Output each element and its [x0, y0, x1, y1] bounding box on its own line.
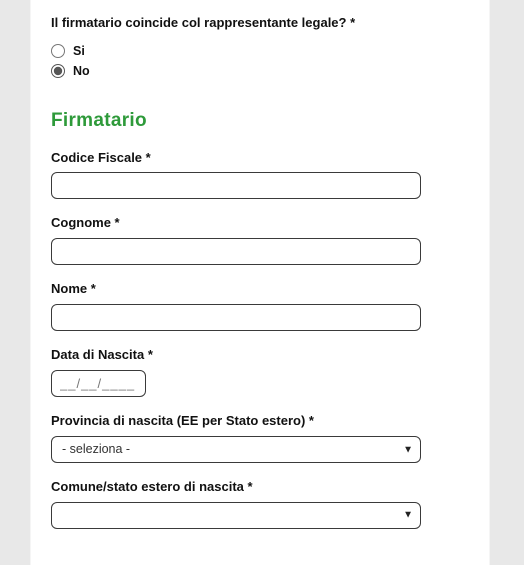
field-nome: Nome *	[51, 281, 469, 331]
radio-no-input[interactable]	[51, 64, 65, 78]
radio-option-no[interactable]: No	[51, 64, 469, 78]
section-title-firmatario: Firmatario	[51, 110, 469, 132]
field-codice-fiscale: Codice Fiscale *	[51, 150, 469, 200]
select-comune[interactable]	[51, 502, 421, 529]
radio-no-label: No	[73, 64, 90, 78]
radio-si-input[interactable]	[51, 44, 65, 58]
field-comune: Comune/stato estero di nascita * ▼	[51, 479, 469, 529]
input-cognome[interactable]	[51, 238, 421, 265]
input-codice-fiscale[interactable]	[51, 172, 421, 199]
label-data-nascita: Data di Nascita *	[51, 347, 469, 364]
field-data-nascita: Data di Nascita *	[51, 347, 469, 397]
input-nome[interactable]	[51, 304, 421, 331]
radio-si-label: Si	[73, 44, 85, 58]
radio-option-si[interactable]: Si	[51, 44, 469, 58]
select-provincia[interactable]: - seleziona -	[51, 436, 421, 463]
label-nome: Nome *	[51, 281, 469, 298]
form-card: Il firmatario coincide col rappresentant…	[30, 0, 490, 565]
field-provincia: Provincia di nascita (EE per Stato ester…	[51, 413, 469, 463]
label-provincia: Provincia di nascita (EE per Stato ester…	[51, 413, 469, 430]
label-comune: Comune/stato estero di nascita *	[51, 479, 469, 496]
input-data-nascita[interactable]	[51, 370, 146, 397]
question-label: Il firmatario coincide col rappresentant…	[51, 14, 469, 32]
field-cognome: Cognome *	[51, 215, 469, 265]
label-cognome: Cognome *	[51, 215, 469, 232]
label-codice-fiscale: Codice Fiscale *	[51, 150, 469, 167]
